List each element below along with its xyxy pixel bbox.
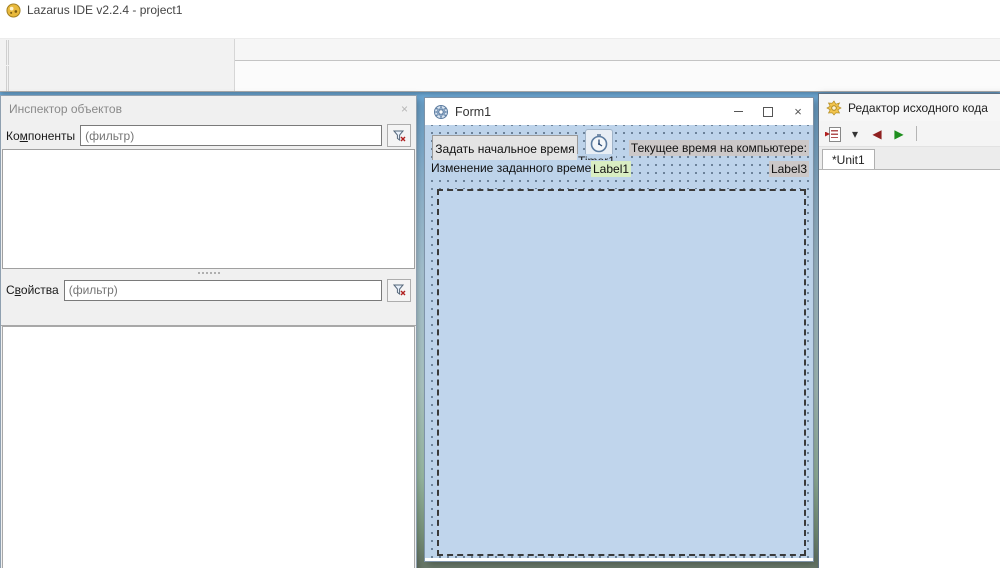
form-title: Form1 <box>455 105 491 119</box>
window-title: Lazarus IDE v2.2.4 - project1 <box>27 3 182 17</box>
components-label: Компоненты <box>6 129 75 143</box>
stopwatch-icon <box>589 133 609 153</box>
main-titlebar: Lazarus IDE v2.2.4 - project1 <box>0 0 1000 20</box>
form-design-surface[interactable]: Задать начальное время Timer1 Текущее вр… <box>425 125 813 558</box>
object-inspector-title: Инспектор объектов <box>9 102 122 116</box>
palette-tabs <box>235 39 1000 61</box>
navigate-back-icon[interactable]: ◀ <box>868 125 886 143</box>
form-icon <box>433 104 449 120</box>
source-editor-window: Редактор исходного кода ▾ ◀ ▶ *Unit1 <box>818 93 1000 568</box>
navigate-forward-icon[interactable]: ▶ <box>890 125 908 143</box>
label2-control[interactable]: Текущее время на компьютере: <box>629 140 809 156</box>
filter-clear-icon[interactable] <box>387 124 411 147</box>
tab-unit1[interactable]: *Unit1 <box>822 149 875 169</box>
menu-bar <box>0 20 1000 39</box>
button1-control[interactable]: Задать начальное время <box>432 135 578 162</box>
code-editor-area[interactable] <box>819 170 1000 568</box>
filter-clear-icon[interactable] <box>387 279 411 302</box>
label3-control[interactable]: Label3 <box>769 161 809 177</box>
properties-filter-row: Свойства <box>1 277 416 303</box>
palette-components <box>235 61 1000 91</box>
desktop-wallpaper: Lazarus IDE v2.2.4 - project1 Инспектор … <box>0 0 1000 568</box>
object-inspector-window: Инспектор объектов × Компоненты Свойства <box>0 95 417 568</box>
component-palette <box>235 39 1000 91</box>
toolbar-row-1 <box>6 40 234 65</box>
properties-filter-input[interactable] <box>64 280 382 301</box>
components-filter-row: Компоненты <box>1 122 416 149</box>
main-toolbars <box>0 39 235 91</box>
jump-to-section-icon[interactable] <box>824 125 842 143</box>
source-editor-title: Редактор исходного кода <box>848 101 988 115</box>
toolbar-zone <box>0 39 1000 91</box>
source-editor-toolbar: ▾ ◀ ▶ <box>819 121 1000 147</box>
label1-control[interactable]: Label1 <box>591 161 631 177</box>
source-editor-header: Редактор исходного кода <box>819 94 1000 121</box>
editor-tab-bar: *Unit1 <box>819 147 1000 170</box>
object-inspector-header: Инспектор объектов × <box>1 96 416 122</box>
source-editor-icon <box>826 100 842 116</box>
lazarus-main-window: Lazarus IDE v2.2.4 - project1 <box>0 0 1000 92</box>
inspector-splitter[interactable] <box>1 269 416 277</box>
minimize-button[interactable] <box>723 98 753 125</box>
lazarus-app-icon <box>6 3 21 18</box>
form-designer-window: Form1 × Задать начальное время Timer1 Те… <box>424 97 814 562</box>
properties-label: Свойства <box>6 283 59 297</box>
inspector-tabs <box>1 303 416 326</box>
label4-control[interactable]: Изменение заданного времени: <box>429 160 610 176</box>
component-tree[interactable] <box>2 149 415 269</box>
components-filter-input[interactable] <box>80 125 382 146</box>
image1-control[interactable] <box>437 189 806 556</box>
chevron-down-icon[interactable]: ▾ <box>846 125 864 143</box>
timer1-control[interactable] <box>585 129 613 157</box>
close-button[interactable]: × <box>783 98 813 125</box>
toolbar-row-2 <box>6 66 234 91</box>
toolbar-separator <box>916 126 917 141</box>
maximize-button[interactable] <box>753 98 783 125</box>
form-titlebar[interactable]: Form1 × <box>425 98 813 125</box>
property-grid[interactable] <box>2 326 415 568</box>
window-controls: × <box>723 98 813 125</box>
close-icon[interactable]: × <box>401 102 408 116</box>
